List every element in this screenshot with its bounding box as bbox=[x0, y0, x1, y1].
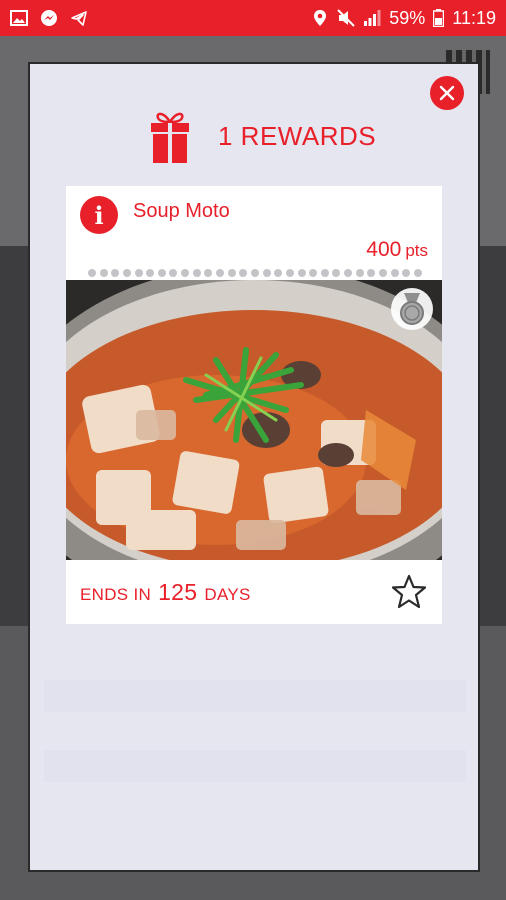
close-icon bbox=[439, 85, 455, 101]
favorite-star-icon[interactable] bbox=[390, 573, 428, 611]
expiry-text: ENDS IN 125 DAYS bbox=[80, 579, 251, 606]
gift-icon bbox=[151, 112, 189, 163]
messenger-icon bbox=[41, 10, 57, 26]
points-value: 400 bbox=[366, 238, 402, 261]
expiry-suffix: DAYS bbox=[204, 584, 251, 604]
expiry-days: 125 bbox=[158, 578, 198, 605]
reward-card-footer: ENDS IN 125 DAYS bbox=[66, 560, 442, 624]
rewards-count-title: 1 REWARDS bbox=[218, 120, 377, 151]
battery-percent: 59% bbox=[389, 7, 426, 28]
location-icon bbox=[314, 10, 327, 26]
signal-icon bbox=[364, 10, 381, 26]
points-unit: pts bbox=[405, 241, 428, 260]
reward-card[interactable]: i Soup Moto 400 pts ENDS IN 125 DAYS bbox=[66, 186, 442, 624]
clock: 11:19 bbox=[452, 7, 496, 28]
info-icon[interactable]: i bbox=[80, 196, 118, 234]
ghost-row bbox=[44, 750, 466, 782]
reward-card-header: i Soup Moto 400 pts bbox=[66, 186, 442, 278]
perforation-divider bbox=[88, 269, 422, 279]
close-button[interactable] bbox=[430, 76, 464, 110]
reward-points: 400 pts bbox=[366, 238, 428, 262]
telegram-icon bbox=[71, 11, 87, 26]
expiry-prefix: ENDS IN bbox=[80, 584, 152, 604]
reward-name: Soup Moto bbox=[133, 200, 230, 222]
mute-icon bbox=[337, 9, 355, 27]
status-bar: 59% 11:19 bbox=[0, 0, 506, 36]
medal-icon bbox=[391, 288, 433, 330]
gallery-icon bbox=[10, 10, 28, 26]
ghost-row bbox=[44, 680, 466, 712]
reward-image bbox=[66, 280, 442, 560]
rewards-header: 1 REWARDS bbox=[150, 108, 376, 164]
battery-icon bbox=[433, 9, 445, 27]
